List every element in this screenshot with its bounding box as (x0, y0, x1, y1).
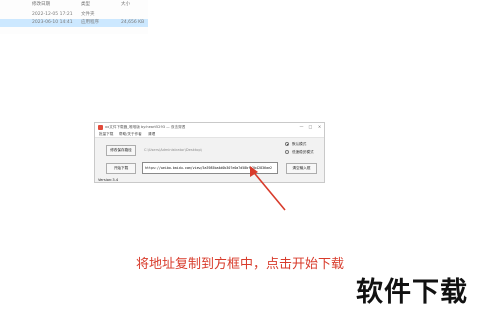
mode-default-label: 默认模式 (292, 141, 307, 146)
maximize-button[interactable]: □ (306, 123, 315, 131)
change-save-path-button[interactable]: 修改保存路径 (106, 145, 136, 156)
mode-slow-radio[interactable] (285, 150, 289, 154)
watermark-text: 软件下载 (356, 277, 468, 308)
file-size: 24,656 KB (121, 20, 145, 25)
column-type[interactable]: 类型 (81, 1, 90, 9)
file-type: 文件夹 (81, 12, 95, 17)
app-icon (98, 124, 103, 130)
mode-slow-label: 低速稳妥模式 (292, 149, 314, 154)
menu-bar: 批量下载 帮助/关于作者 清理 (95, 131, 324, 138)
file-date: 2023-06-10 14:41 (32, 20, 73, 25)
file-list: 修改日期 类型 大小 2022-12-05 17:21 文件夹 2023-06-… (0, 0, 148, 34)
version-label: Version:3.4 (98, 178, 119, 182)
column-size[interactable]: 大小 (121, 1, 130, 9)
menu-help-about[interactable]: 帮助/关于作者 (119, 131, 142, 137)
menu-batch-download[interactable]: 批量下载 (99, 131, 113, 137)
file-list-header: 修改日期 类型 大小 (0, 1, 148, 9)
menu-clear[interactable]: 清理 (148, 131, 155, 137)
instruction-text: 将地址复制到方框中，点击开始下载 (135, 257, 344, 272)
mode-default-radio[interactable] (285, 142, 289, 146)
start-download-button[interactable]: 开始下载 (106, 163, 136, 174)
column-date[interactable]: 修改日期 (32, 1, 50, 9)
title-bar[interactable]: xx文件下载器_唯唯版 by:heart5293 — 双击穿透 — □ × (95, 123, 324, 131)
file-type: 应用程序 (81, 20, 99, 25)
file-row[interactable]: 2022-12-05 17:21 文件夹 (0, 11, 148, 19)
minimize-button[interactable]: — (297, 123, 306, 131)
file-row-selected[interactable]: 2023-06-10 14:41 应用程序 24,656 KB (0, 19, 148, 27)
file-date: 2022-12-05 17:21 (32, 12, 73, 17)
close-button[interactable]: × (315, 123, 324, 131)
save-path-text: C:\Users\Administrator\Desktop\ (144, 148, 202, 152)
red-arrow-icon (250, 166, 286, 211)
window-title: xx文件下载器_唯唯版 by:heart5293 — 双击穿透 (105, 125, 186, 129)
